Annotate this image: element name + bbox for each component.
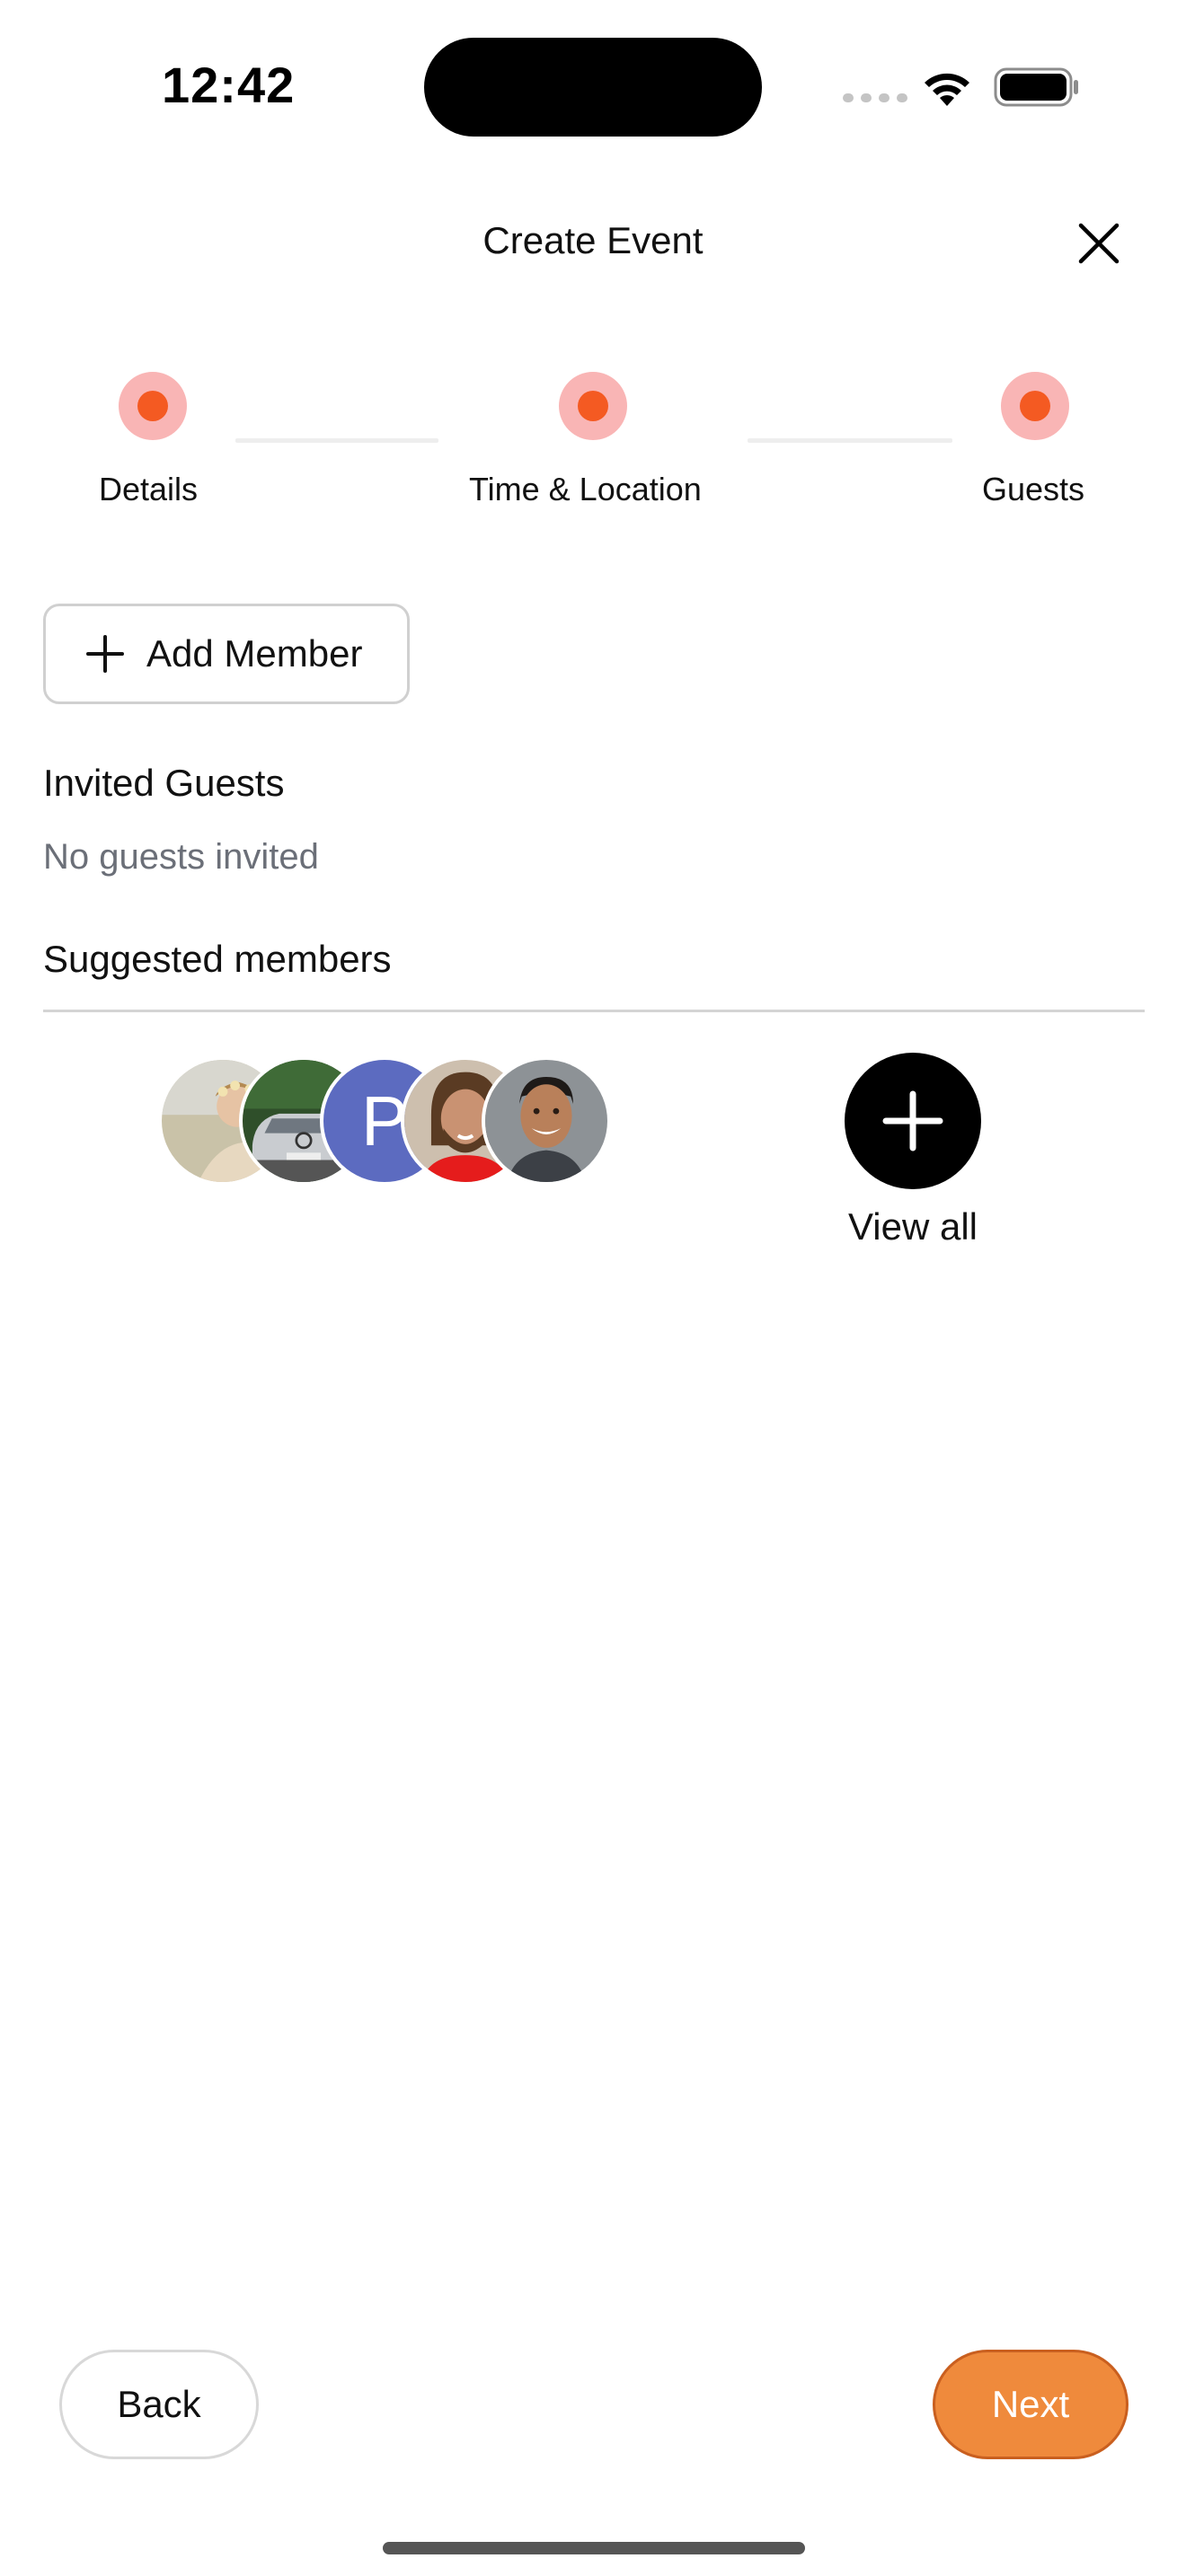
- step-label-guests: Guests: [982, 471, 1085, 507]
- step-label-details: Details: [99, 471, 199, 507]
- avatar-photo-man-smile: [485, 1060, 607, 1182]
- add-member-button[interactable]: Add Member: [43, 604, 410, 704]
- close-icon: [1078, 223, 1120, 264]
- cellular-signal-icon: [843, 93, 907, 102]
- plus-icon: [86, 635, 124, 673]
- avatar[interactable]: [482, 1056, 611, 1186]
- step-connector: [748, 438, 952, 443]
- wifi-icon: [925, 73, 969, 106]
- suggested-members-heading: Suggested members: [43, 938, 392, 980]
- next-button[interactable]: Next: [933, 2350, 1128, 2459]
- invited-guests-empty-text: No guests invited: [43, 837, 319, 877]
- section-divider: [43, 1010, 1145, 1012]
- create-event-screen: 12:42 Create Event Details Time & Locati…: [0, 0, 1186, 2576]
- battery-icon: [994, 67, 1078, 107]
- plus-icon: [882, 1090, 943, 1151]
- invited-guests-heading: Invited Guests: [43, 762, 285, 804]
- back-button[interactable]: Back: [59, 2350, 259, 2459]
- dynamic-island: [424, 38, 762, 137]
- add-member-label: Add Member: [146, 632, 363, 675]
- step-indicator-details: [119, 372, 187, 440]
- page-title: Create Event: [482, 219, 704, 261]
- view-all-label[interactable]: View all: [809, 1205, 1017, 1248]
- close-button[interactable]: [1071, 216, 1127, 271]
- suggested-members-avatars: P: [158, 1056, 625, 1186]
- status-time: 12:42: [162, 57, 296, 113]
- step-connector: [235, 438, 438, 443]
- view-all-button[interactable]: [845, 1053, 981, 1189]
- step-label-time-location: Time & Location: [469, 471, 702, 507]
- step-indicator-guests: [1001, 372, 1069, 440]
- step-indicator-time-location: [559, 372, 627, 440]
- home-indicator[interactable]: [383, 2542, 805, 2554]
